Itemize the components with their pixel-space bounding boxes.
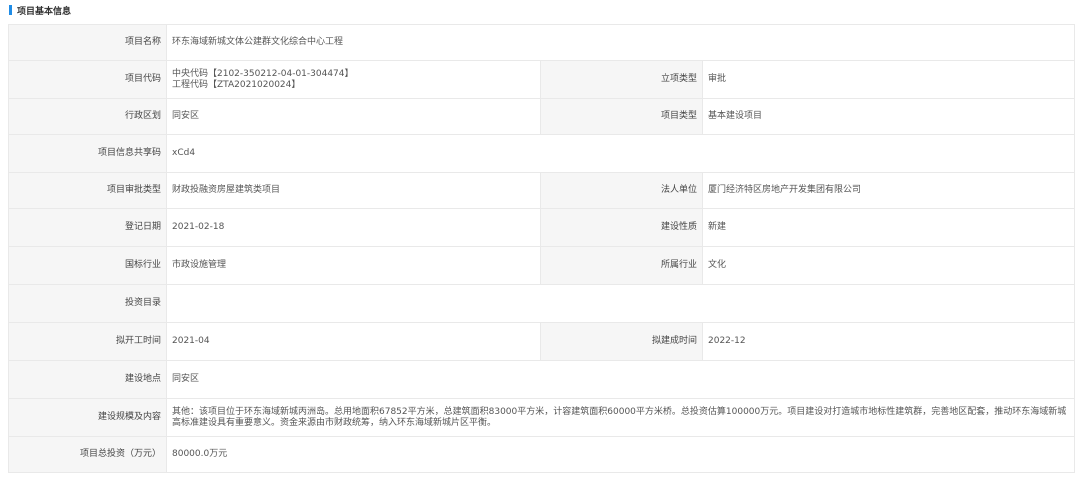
project-name-value: 环东海域新城文体公建群文化综合中心工程: [166, 24, 1075, 61]
legal-entity-label: 法人单位: [540, 172, 703, 209]
total-investment-label: 项目总投资（万元）: [8, 436, 167, 473]
sector-label: 所属行业: [540, 246, 703, 285]
section-title: 项目基本信息: [17, 6, 72, 17]
row-catalog: 投资目录: [8, 284, 1075, 323]
sector-value: 文化: [702, 246, 1075, 285]
scale-value: 其他：该项目位于环东海域新城丙洲岛。总用地面积67852平方米，总建筑面积830…: [166, 398, 1075, 437]
approval-category-value: 审批: [702, 60, 1075, 99]
scale-label: 建设规模及内容: [8, 398, 167, 437]
share-code-label: 项目信息共享码: [8, 134, 167, 173]
investment-catalog-label: 投资目录: [8, 284, 167, 323]
approval-type-value: 财政投融资房屋建筑类项目: [166, 172, 541, 209]
construction-nature-label: 建设性质: [540, 208, 703, 247]
project-name-label: 项目名称: [8, 24, 167, 61]
engineering-code: 工程代码【ZTA2021020024】: [172, 79, 301, 90]
construction-nature-value: 新建: [702, 208, 1075, 247]
planned-completion-label: 拟建成时间: [540, 322, 703, 361]
row-project-code: 项目代码 中央代码【2102-350212-04-01-304474】 工程代码…: [8, 60, 1075, 99]
project-info-table: 项目名称 环东海域新城文体公建群文化综合中心工程 项目代码 中央代码【2102-…: [8, 24, 1075, 473]
location-value: 同安区: [166, 360, 1075, 399]
row-start: 拟开工时间 2021-04 拟建成时间 2022-12: [8, 322, 1075, 361]
project-type-label: 项目类型: [540, 98, 703, 135]
project-code-label: 项目代码: [8, 60, 167, 99]
row-scale: 建设规模及内容 其他：该项目位于环东海域新城丙洲岛。总用地面积67852平方米，…: [8, 398, 1075, 437]
share-code-value: xCd4: [166, 134, 1075, 173]
planned-start-value: 2021-04: [166, 322, 541, 361]
reg-date-value: 2021-02-18: [166, 208, 541, 247]
row-approval-type: 项目审批类型 财政投融资房屋建筑类项目 法人单位 厦门经济特区房地产开发集团有限…: [8, 172, 1075, 209]
project-code-value: 中央代码【2102-350212-04-01-304474】 工程代码【ZTA2…: [166, 60, 541, 99]
district-label: 行政区划: [8, 98, 167, 135]
district-value: 同安区: [166, 98, 541, 135]
row-reg-date: 登记日期 2021-02-18 建设性质 新建: [8, 208, 1075, 247]
total-investment-value: 80000.0万元: [166, 436, 1075, 473]
approval-type-label: 项目审批类型: [8, 172, 167, 209]
row-district: 行政区划 同安区 项目类型 基本建设项目: [8, 98, 1075, 135]
national-industry-label: 国标行业: [8, 246, 167, 285]
planned-completion-value: 2022-12: [702, 322, 1075, 361]
section-header: 项目基本信息: [9, 4, 72, 17]
row-share-code: 项目信息共享码 xCd4: [8, 134, 1075, 173]
reg-date-label: 登记日期: [8, 208, 167, 247]
row-project-name: 项目名称 环东海域新城文体公建群文化综合中心工程: [8, 24, 1075, 61]
approval-category-label: 立项类型: [540, 60, 703, 99]
row-location: 建设地点 同安区: [8, 360, 1075, 399]
section-accent-bar: [9, 5, 12, 15]
legal-entity-value: 厦门经济特区房地产开发集团有限公司: [702, 172, 1075, 209]
row-industry: 国标行业 市政设施管理 所属行业 文化: [8, 246, 1075, 285]
central-code: 中央代码【2102-350212-04-01-304474】: [172, 68, 354, 79]
project-type-value: 基本建设项目: [702, 98, 1075, 135]
planned-start-label: 拟开工时间: [8, 322, 167, 361]
row-investment: 项目总投资（万元） 80000.0万元: [8, 436, 1075, 473]
location-label: 建设地点: [8, 360, 167, 399]
national-industry-value: 市政设施管理: [166, 246, 541, 285]
investment-catalog-value: [166, 284, 1075, 323]
